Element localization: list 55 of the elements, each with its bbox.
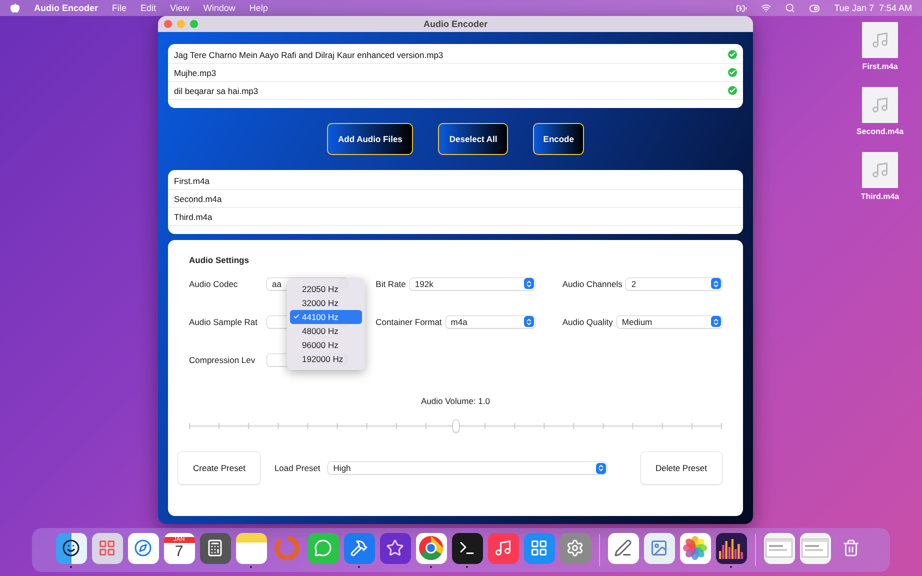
- file-name[interactable]: Third.m4a: [860, 192, 900, 201]
- file-name[interactable]: First.m4a: [862, 62, 898, 71]
- menu-option[interactable]: 96000 Hz: [290, 338, 362, 352]
- action-button[interactable]: Add Audio Files: [327, 123, 414, 155]
- app-menu[interactable]: Audio Encoder: [34, 3, 98, 13]
- search-icon[interactable]: [785, 3, 796, 13]
- menu-item[interactable]: View: [170, 3, 190, 13]
- file-name[interactable]: Second.m4a: [174, 194, 222, 204]
- section-title: Audio Settings: [188, 254, 250, 265]
- file-name[interactable]: Mujhe.mp3: [174, 68, 216, 78]
- app-icon[interactable]: [716, 532, 746, 564]
- field-label: Audio Codec: [189, 278, 239, 288]
- volume-slider[interactable]: [189, 420, 722, 432]
- wifi-icon[interactable]: [761, 3, 772, 13]
- field-label: Audio Channels: [562, 278, 622, 288]
- close-button[interactable]: [164, 20, 172, 28]
- toggle-icon[interactable]: [809, 2, 820, 14]
- window-title: Audio Encoder: [423, 19, 488, 29]
- file-name[interactable]: Third.m4a: [174, 212, 212, 222]
- select-field[interactable]: m4a: [446, 316, 536, 328]
- file-name[interactable]: dil beqarar sa hai.mp3: [174, 86, 258, 96]
- menu-item[interactable]: Help: [249, 3, 268, 13]
- field-label: Audio Quality: [562, 316, 613, 326]
- preset-select[interactable]: High: [328, 462, 606, 474]
- delete-preset-button[interactable]: Delete Preset: [640, 452, 722, 484]
- volume-label: Audio Volume: 1.0: [421, 396, 490, 406]
- menu-option[interactable]: 22050 Hz: [290, 282, 362, 296]
- app-icon[interactable]: [56, 532, 86, 564]
- field-label: Bit Rate: [376, 278, 406, 288]
- action-button[interactable]: Deselect All: [438, 123, 508, 155]
- menu-item[interactable]: File: [112, 3, 127, 13]
- field-label: Audio Sample Rat: [189, 316, 259, 326]
- field-label: Compression Lev: [189, 354, 256, 364]
- apple-icon[interactable]: [10, 3, 20, 13]
- menu-option[interactable]: 32000 Hz: [290, 296, 362, 310]
- field-label: Container Format: [376, 316, 442, 326]
- app-icon[interactable]: [452, 532, 482, 564]
- file-name[interactable]: Second.m4a: [856, 127, 904, 136]
- field-label: Load Preset: [274, 463, 320, 473]
- select-field[interactable]: 2: [626, 278, 722, 290]
- battery-icon[interactable]: [736, 2, 748, 14]
- slider-thumb[interactable]: [452, 420, 458, 432]
- select-field[interactable]: 192k: [410, 278, 536, 290]
- file-name[interactable]: Jag Tere Charno Mein Aayo Rafi and Dilraj Kaur enhanced version.mp3: [174, 50, 444, 60]
- menu-item[interactable]: Edit: [140, 3, 156, 13]
- menu-item[interactable]: Window: [203, 3, 236, 13]
- select-field[interactable]: Medium: [616, 316, 722, 328]
- create-preset-button[interactable]: Create Preset: [178, 452, 260, 484]
- checkmark-icon: [293, 313, 300, 320]
- file-name[interactable]: First.m4a: [174, 176, 210, 186]
- menu-option[interactable]: 44100 Hz: [290, 310, 362, 324]
- menu-option[interactable]: 48000 Hz: [290, 324, 362, 338]
- app-icon[interactable]: [200, 532, 230, 564]
- menu-option[interactable]: 192000 Hz: [290, 352, 362, 366]
- action-button[interactable]: Encode: [533, 123, 584, 155]
